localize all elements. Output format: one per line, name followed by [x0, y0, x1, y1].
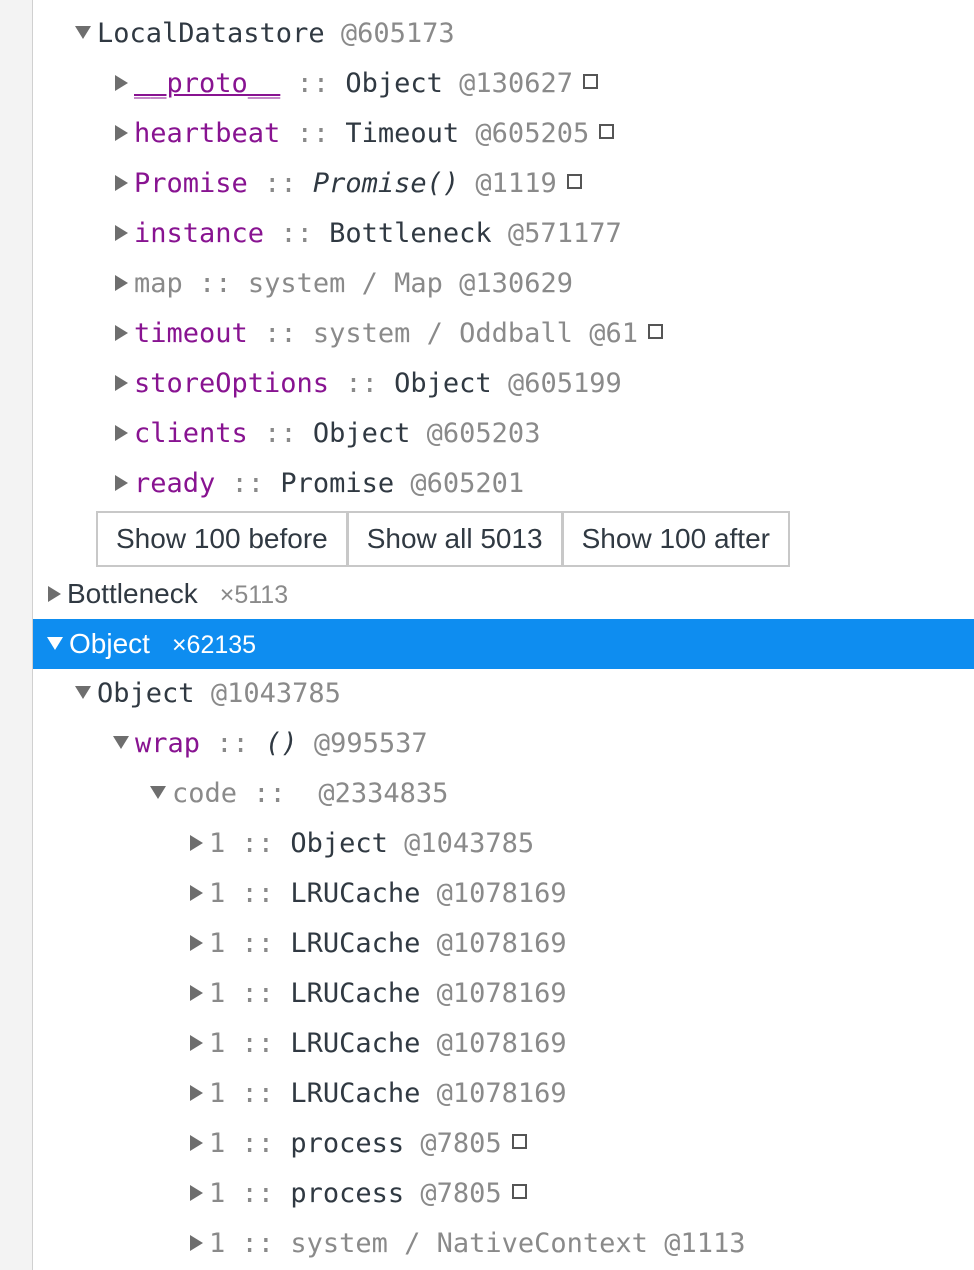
class-row-object-selected[interactable]: Object ×62135: [33, 619, 974, 669]
square-outline-icon: [566, 174, 582, 189]
triangle-down-icon[interactable]: [75, 686, 91, 699]
triangle-right-icon[interactable]: [115, 74, 128, 91]
tree-row-storeoptions[interactable]: storeOptions :: Object @605199: [0, 359, 974, 409]
tree-row-instance[interactable]: instance :: Bottleneck @571177: [0, 209, 974, 259]
tree-row-code-child[interactable]: 1 :: LRUCache @1078169: [0, 969, 974, 1019]
triangle-down-icon[interactable]: [47, 637, 63, 650]
triangle-right-icon[interactable]: [115, 474, 128, 491]
square-outline-icon: [511, 1184, 527, 1199]
triangle-right-icon[interactable]: [115, 424, 128, 441]
tree-row-code-child[interactable]: 1 :: process @7805: [0, 1119, 974, 1169]
triangle-down-icon[interactable]: [150, 786, 166, 799]
tree-row-map[interactable]: map :: system / Map @130629: [0, 259, 974, 309]
pagination-buttons: Show 100 before Show all 5013 Show 100 a…: [96, 511, 790, 567]
square-outline-icon: [647, 324, 663, 339]
tree-row-proto[interactable]: __proto__ :: Object @130627: [0, 59, 974, 109]
tree-row-code-child[interactable]: 1 :: process @7805: [0, 1169, 974, 1219]
triangle-right-icon[interactable]: [190, 934, 203, 951]
triangle-right-icon[interactable]: [190, 884, 203, 901]
triangle-right-icon[interactable]: [190, 1084, 203, 1101]
tree-row-code-child[interactable]: 1 :: LRUCache @1078169: [0, 919, 974, 969]
triangle-right-icon[interactable]: [115, 224, 128, 241]
triangle-right-icon[interactable]: [115, 374, 128, 391]
square-outline-icon: [511, 1134, 527, 1149]
tree-row-promise[interactable]: Promise :: Promise() @1119: [0, 159, 974, 209]
triangle-right-icon[interactable]: [190, 1134, 203, 1151]
triangle-right-icon[interactable]: [115, 274, 128, 291]
tree-row-ready[interactable]: ready :: Promise @605201: [0, 459, 974, 509]
tree-row-code[interactable]: code :: @2334835: [0, 769, 974, 819]
tree-row-wrap[interactable]: wrap :: () @995537: [0, 719, 974, 769]
class-row-bottleneck[interactable]: Bottleneck ×5113: [0, 569, 974, 619]
triangle-right-icon[interactable]: [48, 585, 61, 602]
square-outline-icon: [582, 74, 598, 89]
tree-row-code-child[interactable]: 1 :: LRUCache @1078169: [0, 869, 974, 919]
tree-row-localdatastore[interactable]: LocalDatastore @605173: [0, 9, 974, 59]
show-100-after-button[interactable]: Show 100 after: [560, 511, 790, 567]
tree-row-code-child[interactable]: 1 :: system / NativeContext @1113: [0, 1219, 974, 1269]
triangle-right-icon[interactable]: [115, 324, 128, 341]
tree-row-code-child[interactable]: 1 :: LRUCache @1078169: [0, 1019, 974, 1069]
triangle-right-icon[interactable]: [190, 984, 203, 1001]
triangle-right-icon[interactable]: [115, 124, 128, 141]
show-100-before-button[interactable]: Show 100 before: [96, 511, 348, 567]
tree-row-object-instance[interactable]: Object @1043785: [0, 669, 974, 719]
tree-row-code-child[interactable]: 1 :: LRUCache @1078169: [0, 1069, 974, 1119]
triangle-down-icon[interactable]: [113, 736, 129, 749]
triangle-right-icon[interactable]: [190, 834, 203, 851]
tree-row-timeout[interactable]: timeout :: system / Oddball @61: [0, 309, 974, 359]
triangle-right-icon[interactable]: [115, 174, 128, 191]
tree-row-code-child[interactable]: 1 :: Object @1043785: [0, 819, 974, 869]
show-all-button[interactable]: Show all 5013: [345, 511, 563, 567]
triangle-right-icon[interactable]: [190, 1034, 203, 1051]
triangle-down-icon[interactable]: [75, 26, 91, 39]
triangle-right-icon[interactable]: [190, 1184, 203, 1201]
tree-row-heartbeat[interactable]: heartbeat :: Timeout @605205: [0, 109, 974, 159]
square-outline-icon: [599, 124, 615, 139]
tree-row-clients[interactable]: clients :: Object @605203: [0, 409, 974, 459]
triangle-right-icon[interactable]: [190, 1234, 203, 1251]
